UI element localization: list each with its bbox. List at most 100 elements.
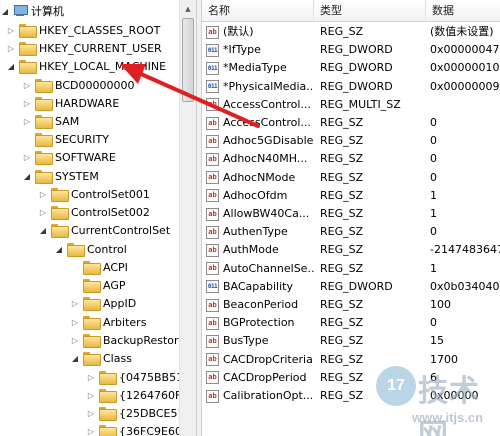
- string-value-icon: ab: [206, 298, 219, 312]
- expand-arrow-icon[interactable]: ◢: [38, 221, 48, 239]
- list-row[interactable]: 011 BACapability REG_DWORD 0x0b034040: [202, 278, 500, 296]
- list-row[interactable]: 011 *MediaType REG_DWORD 0x00000010 (: [202, 59, 500, 77]
- tree-item-acpi[interactable]: ACPI: [70, 258, 128, 276]
- expand-arrow-icon[interactable]: ◢: [70, 349, 80, 367]
- registry-values-list[interactable]: 名称 类型 数据 ab (默认) REG_SZ (数值未设置) 011 *IfType RE…: [202, 0, 500, 436]
- list-row[interactable]: ab AccessControl... REG_SZ 0: [202, 114, 500, 132]
- list-row[interactable]: ab AdhocNMode REG_SZ 0: [202, 169, 500, 187]
- tree-item-label: AppID: [103, 296, 137, 310]
- collapse-arrow-icon[interactable]: ▷: [38, 185, 48, 203]
- list-row[interactable]: ab BeaconPeriod REG_SZ 100: [202, 296, 500, 314]
- tree-item-class-guid[interactable]: ▷ {25DBCE51: [86, 404, 184, 422]
- collapse-arrow-icon[interactable]: ▷: [86, 368, 96, 386]
- tree-item-class-guid[interactable]: ▷ {0475BB51-: [86, 368, 187, 386]
- tree-item-controlset001[interactable]: ▷ ControlSet001: [38, 185, 150, 203]
- tree-item-arbiters[interactable]: ▷ Arbiters: [70, 313, 146, 331]
- list-row[interactable]: ab AuthenType REG_SZ 0: [202, 223, 500, 241]
- list-row[interactable]: ab (默认) REG_SZ (数值未设置): [202, 23, 500, 41]
- list-row[interactable]: 011 *IfType REG_DWORD 0x00000047 (: [202, 41, 500, 59]
- value-data: 0x00000009 (: [430, 79, 500, 93]
- tree-item-bcd[interactable]: ▷ BCD00000000: [22, 76, 135, 94]
- collapse-arrow-icon[interactable]: ▷: [22, 94, 32, 112]
- folder-icon: [99, 407, 117, 421]
- list-row[interactable]: ab AdhocN40MH... REG_SZ 0: [202, 150, 500, 168]
- folder-icon: [19, 60, 37, 74]
- tree-item-class-guid[interactable]: ▷ {36FC9E60-: [86, 422, 186, 436]
- list-row[interactable]: ab AdhocOfdm REG_SZ 1: [202, 187, 500, 205]
- tree-item-system[interactable]: ◢ SYSTEM: [22, 167, 99, 185]
- tree-item-class[interactable]: ◢ Class: [70, 349, 132, 367]
- expand-arrow-icon[interactable]: ◢: [6, 57, 16, 75]
- registry-tree[interactable]: ◢ 计算机 ▷ HKEY_CLASSES_ROOT ▷ HKEY_CURRENT…: [0, 0, 196, 436]
- column-header-name[interactable]: 名称: [202, 0, 314, 22]
- folder-icon: [83, 334, 101, 348]
- value-name-cell: ab CalibrationOpt...: [206, 387, 314, 405]
- tree-item-class-guid[interactable]: ▷ {1264760F-: [86, 386, 185, 404]
- collapse-arrow-icon[interactable]: ▷: [22, 76, 32, 94]
- list-row[interactable]: ab AutoChannelSe... REG_SZ 1: [202, 260, 500, 278]
- list-row[interactable]: ab AuthMode REG_SZ -2147483647: [202, 241, 500, 259]
- column-header-type[interactable]: 类型: [314, 0, 426, 22]
- scrollbar-thumb[interactable]: [182, 18, 194, 102]
- tree-item-agp[interactable]: AGP: [70, 276, 126, 294]
- tree-item-security[interactable]: SECURITY: [22, 130, 109, 148]
- tree-item-software[interactable]: ▷ SOFTWARE: [22, 148, 116, 166]
- list-row[interactable]: ab BGProtection REG_SZ 0: [202, 314, 500, 332]
- collapse-arrow-icon[interactable]: ▷: [70, 294, 80, 312]
- tree-item-hkey-current-user[interactable]: ▷ HKEY_CURRENT_USER: [6, 39, 162, 57]
- expand-arrow-icon[interactable]: ◢: [54, 240, 64, 258]
- collapse-arrow-icon[interactable]: ▷: [6, 21, 16, 39]
- tree-item-hkey-classes-root[interactable]: ▷ HKEY_CLASSES_ROOT: [6, 21, 160, 39]
- collapse-arrow-icon[interactable]: ▷: [6, 39, 16, 57]
- tree-item-currentcontrolset[interactable]: ◢ CurrentControlSet: [38, 221, 170, 239]
- value-name-cell: 011 *IfType: [206, 41, 314, 59]
- list-row[interactable]: ab Adhoc5GDisable REG_SZ 0: [202, 132, 500, 150]
- string-value-icon: ab: [206, 171, 219, 185]
- value-type: REG_SZ: [320, 316, 364, 330]
- list-row[interactable]: ab CACDropCriteria REG_SZ 1700: [202, 351, 500, 369]
- value-type: REG_SZ: [320, 243, 364, 257]
- value-data: 0x00000010 (: [430, 61, 500, 75]
- tree-item-computer[interactable]: ◢ 计算机: [0, 2, 64, 20]
- tree-item-sam[interactable]: ▷ SAM: [22, 112, 79, 130]
- collapse-arrow-icon[interactable]: ▷: [86, 404, 96, 422]
- value-type: REG_DWORD: [320, 61, 393, 75]
- collapse-arrow-icon[interactable]: ▷: [70, 331, 80, 349]
- expand-arrow-icon[interactable]: ◢: [22, 167, 32, 185]
- scroll-up-arrow-icon[interactable]: ▲: [180, 0, 196, 17]
- value-name: Adhoc5GDisable: [223, 134, 314, 148]
- collapse-arrow-icon[interactable]: ▷: [38, 203, 48, 221]
- tree-item-label: SOFTWARE: [55, 150, 116, 164]
- list-row[interactable]: ab AccessControl... REG_MULTI_SZ: [202, 96, 500, 114]
- collapse-arrow-icon[interactable]: ▷: [22, 112, 32, 130]
- collapse-arrow-icon[interactable]: ▷: [22, 148, 32, 166]
- tree-item-controlset002[interactable]: ▷ ControlSet002: [38, 203, 150, 221]
- string-value-icon: ab: [206, 225, 219, 239]
- value-data: [430, 96, 500, 114]
- collapse-arrow-icon[interactable]: ▷: [86, 386, 96, 404]
- value-name-cell: ab AdhocN40MH...: [206, 150, 314, 168]
- tree-item-appid[interactable]: ▷ AppID: [70, 294, 136, 312]
- tree-item-hardware[interactable]: ▷ HARDWARE: [22, 94, 119, 112]
- collapse-arrow-icon[interactable]: ▷: [70, 313, 80, 331]
- list-row[interactable]: ab CalibrationOpt... REG_SZ 0x00000: [202, 387, 500, 405]
- value-data: (数值未设置): [430, 25, 494, 38]
- value-name-cell: 011 BACapability: [206, 278, 314, 296]
- expand-arrow-icon[interactable]: ◢: [0, 2, 10, 20]
- tree-scrollbar[interactable]: ▲: [179, 0, 196, 436]
- list-row[interactable]: ab BusType REG_SZ 15: [202, 332, 500, 350]
- list-row[interactable]: ab AllowBW40Ca... REG_SZ 1: [202, 205, 500, 223]
- list-row[interactable]: ab CACDropPeriod REG_SZ 6: [202, 369, 500, 387]
- collapse-arrow-icon[interactable]: ▷: [86, 422, 96, 436]
- column-header-data[interactable]: 数据: [426, 0, 500, 22]
- value-type: REG_SZ: [320, 116, 364, 129]
- tree-item-hkey-local-machine[interactable]: ◢ HKEY_LOCAL_MACHINE: [6, 57, 166, 75]
- folder-icon: [19, 24, 37, 38]
- value-name: AllowBW40Ca...: [223, 207, 310, 220]
- list-row[interactable]: 011 *PhysicalMedia... REG_DWORD 0x00000009 …: [202, 78, 500, 96]
- tree-item-label: SECURITY: [55, 132, 109, 146]
- value-data: 0: [430, 116, 437, 129]
- value-name: CACDropPeriod: [223, 370, 307, 384]
- tree-item-backuprestore[interactable]: ▷ BackupRestore: [70, 331, 185, 349]
- tree-item-control[interactable]: ◢ Control: [54, 240, 127, 258]
